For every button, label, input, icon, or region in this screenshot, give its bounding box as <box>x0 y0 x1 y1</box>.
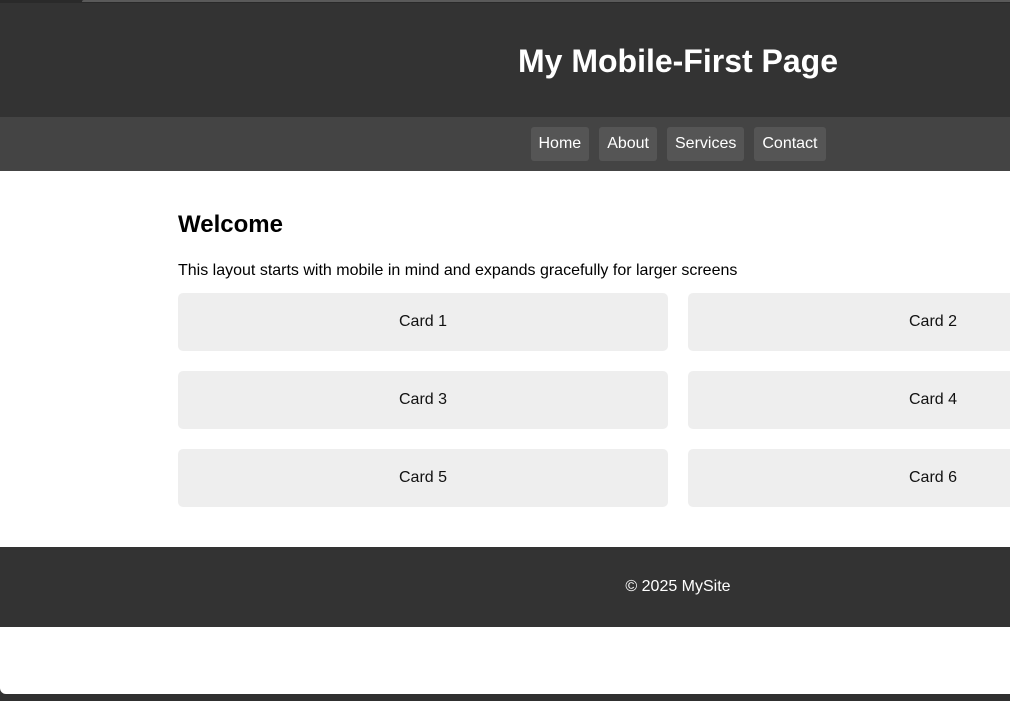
card-5: Card 5 <box>178 449 668 507</box>
footer-copyright: © 2025 MySite <box>625 578 731 595</box>
page-title: My Mobile-First Page <box>517 43 839 79</box>
card-3: Card 3 <box>178 371 668 429</box>
window-bottom-edge <box>0 694 1010 701</box>
card-4: Card 4 <box>688 371 1010 429</box>
card-1: Card 1 <box>178 293 668 351</box>
browser-tab-edge <box>82 0 1010 2</box>
site-footer: © 2025 MySite <box>0 547 1010 627</box>
site-header: My Mobile-First Page <box>0 3 1010 117</box>
page-viewport: My Mobile-First Page Home About Services… <box>0 3 1010 694</box>
card-6: Card 6 <box>688 449 1010 507</box>
nav-link-home[interactable]: Home <box>530 127 590 161</box>
intro-text: This layout starts with mobile in mind a… <box>178 262 738 279</box>
nav-link-services[interactable]: Services <box>667 127 745 161</box>
nav-link-about[interactable]: About <box>599 127 657 161</box>
nav-link-contact[interactable]: Contact <box>754 127 826 161</box>
welcome-heading: Welcome <box>178 211 283 238</box>
main-nav: Home About Services Contact <box>0 117 1010 171</box>
card-2: Card 2 <box>688 293 1010 351</box>
card-grid: Card 1 Card 2 Card 3 Card 4 Card 5 Card … <box>178 293 1010 507</box>
